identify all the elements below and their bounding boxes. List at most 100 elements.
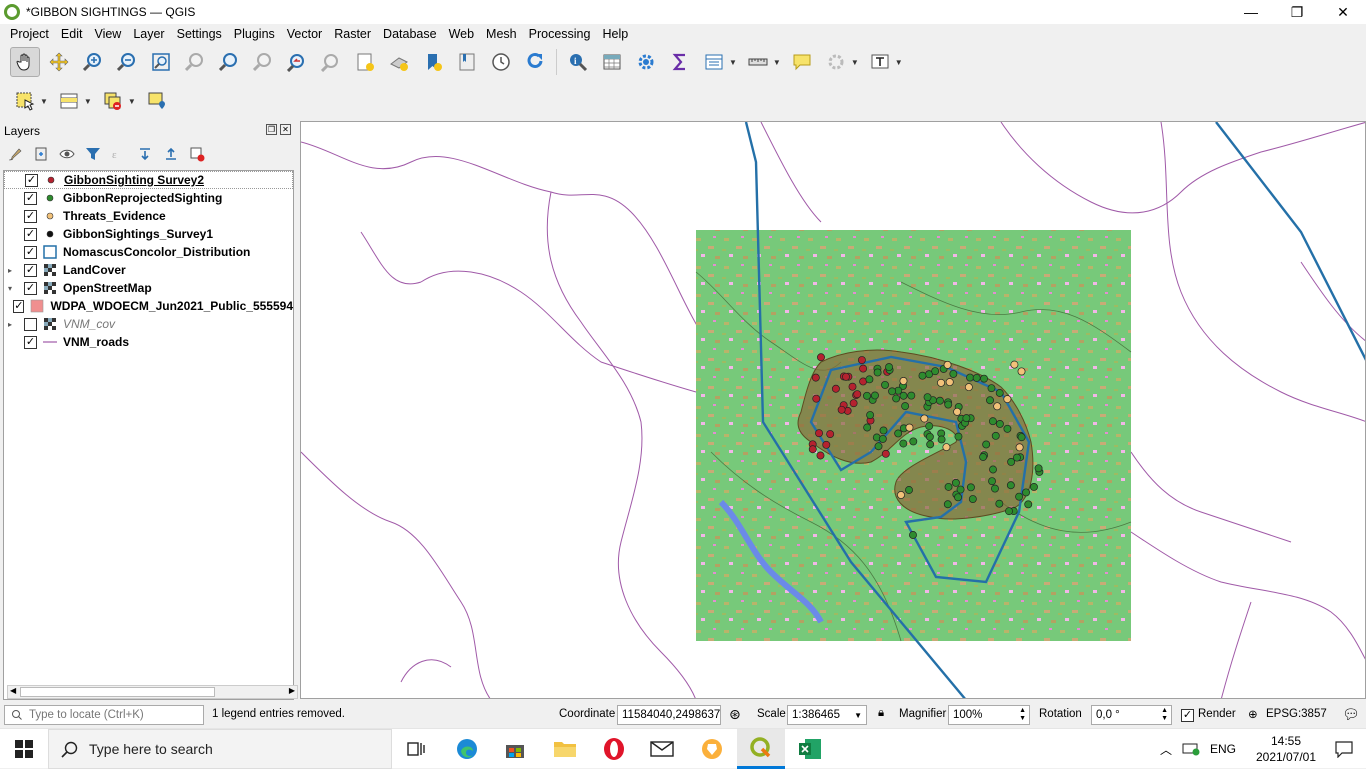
store-app[interactable]: [491, 729, 539, 769]
coordinate-field[interactable]: 11584040,2498637: [617, 705, 721, 725]
close-button[interactable]: ✕: [1320, 0, 1366, 24]
measure-line-button[interactable]: [743, 47, 773, 77]
layer-row[interactable]: ✓ WDPA_WDOECM_Jun2021_Public_555594: [4, 297, 293, 315]
file-explorer-app[interactable]: [541, 729, 589, 769]
edge-app[interactable]: [443, 729, 491, 769]
map-canvas[interactable]: [300, 121, 1366, 699]
menu-mesh[interactable]: Mesh: [480, 27, 523, 41]
new-3d-map-view-button[interactable]: [384, 47, 414, 77]
layer-row[interactable]: ✓ GibbonSightings_Survey1: [4, 225, 293, 243]
menu-plugins[interactable]: Plugins: [228, 27, 281, 41]
layer-row[interactable]: ▸ VNM_cov: [4, 315, 293, 333]
excel-app[interactable]: [786, 729, 834, 769]
zoom-out-button[interactable]: [112, 47, 142, 77]
filter-legend-button[interactable]: [84, 145, 102, 163]
menu-web[interactable]: Web: [443, 27, 480, 41]
scroll-right-icon[interactable]: ▶: [289, 686, 295, 695]
open-table-dropdown-button[interactable]: [699, 47, 729, 77]
menu-database[interactable]: Database: [377, 27, 443, 41]
spin-buttons-icon[interactable]: ▲ ▼: [1019, 707, 1026, 723]
menu-edit[interactable]: Edit: [55, 27, 89, 41]
processing-toolbox-button[interactable]: [631, 47, 661, 77]
chevron-down-icon[interactable]: ▼: [895, 58, 903, 67]
temporal-controller-button[interactable]: [486, 47, 516, 77]
menu-view[interactable]: View: [88, 27, 127, 41]
zoom-next-button[interactable]: [316, 47, 346, 77]
layer-row[interactable]: ✓ VNM_roads: [4, 333, 293, 351]
zoom-last-button[interactable]: [282, 47, 312, 77]
brave-app[interactable]: [688, 729, 736, 769]
menu-processing[interactable]: Processing: [523, 27, 597, 41]
statistical-summary-button[interactable]: [665, 47, 695, 77]
layer-row[interactable]: ▸ ✓ LandCover: [4, 261, 293, 279]
menu-vector[interactable]: Vector: [281, 27, 328, 41]
minimize-button[interactable]: —: [1228, 0, 1274, 24]
zoom-in-button[interactable]: [78, 47, 108, 77]
show-hidden-icons-icon[interactable]: ︿: [1160, 741, 1172, 758]
layer-visibility-checkbox[interactable]: ✓: [24, 245, 37, 259]
float-panel-button[interactable]: ❐: [266, 124, 277, 135]
chevron-down-icon[interactable]: ▼: [40, 97, 48, 106]
horizontal-scrollbar[interactable]: ◀ ▶: [7, 685, 298, 699]
spin-buttons-icon[interactable]: ▲ ▼: [1161, 707, 1168, 723]
taskbar-search-box[interactable]: Type here to search: [48, 729, 392, 769]
restore-button[interactable]: ❐: [1274, 0, 1320, 24]
scale-field[interactable]: 1:386465 ▼: [787, 705, 867, 725]
layer-visibility-checkbox[interactable]: ✓: [24, 227, 37, 241]
layer-visibility-checkbox[interactable]: ✓: [24, 263, 37, 277]
scroll-left-icon[interactable]: ◀: [10, 686, 16, 695]
language-indicator[interactable]: ENG: [1210, 742, 1236, 756]
network-icon[interactable]: [1182, 742, 1200, 756]
magnifier-field[interactable]: 100% ▲ ▼: [948, 705, 1030, 725]
refresh-button[interactable]: [520, 47, 550, 77]
show-bookmarks-button[interactable]: [452, 47, 482, 77]
select-features-button[interactable]: [10, 86, 40, 116]
filter-by-expression-button[interactable]: ε: [110, 145, 128, 163]
layer-row[interactable]: ✓ NomascusConcolor_Distribution: [4, 243, 293, 261]
manage-visibility-button[interactable]: [58, 145, 76, 163]
layer-visibility-checkbox[interactable]: ✓: [24, 335, 37, 349]
deselect-features-button[interactable]: [98, 86, 128, 116]
select-location-button[interactable]: [142, 86, 172, 116]
toggle-extents-icon[interactable]: ⊛: [729, 706, 741, 723]
zoom-to-selection-button[interactable]: [180, 47, 210, 77]
layer-tree[interactable]: ✓ GibbonSighting Survey2 ✓ GibbonReprojecte…: [3, 170, 298, 700]
menu-layer[interactable]: Layer: [127, 27, 170, 41]
new-map-view-button[interactable]: [350, 47, 380, 77]
layer-visibility-checkbox[interactable]: ✓: [13, 299, 25, 313]
render-checkbox[interactable]: ✓: [1181, 709, 1194, 722]
crs-button[interactable]: EPSG:3857: [1266, 708, 1327, 720]
style-manager-button[interactable]: [6, 145, 24, 163]
taskbar-clock[interactable]: 14:55 2021/07/01: [1246, 733, 1326, 765]
locate-search-input[interactable]: Type to locate (Ctrl+K): [4, 705, 204, 725]
layer-visibility-checkbox[interactable]: ✓: [24, 209, 37, 223]
zoom-to-layer-button[interactable]: [214, 47, 244, 77]
start-button[interactable]: [0, 729, 48, 769]
chevron-down-icon[interactable]: ▼: [773, 58, 781, 67]
expand-arrow-icon[interactable]: ▾: [4, 284, 16, 293]
scrollbar-thumb[interactable]: [20, 687, 215, 697]
opera-app[interactable]: [590, 729, 638, 769]
text-annotation-button[interactable]: [865, 47, 895, 77]
layer-visibility-checkbox[interactable]: ✓: [24, 281, 37, 295]
menu-raster[interactable]: Raster: [328, 27, 377, 41]
mail-app[interactable]: [638, 729, 686, 769]
messages-icon[interactable]: 💬︎: [1342, 706, 1360, 723]
pan-to-selection-button[interactable]: [44, 47, 74, 77]
layer-visibility-checkbox[interactable]: [24, 317, 37, 331]
zoom-full-button[interactable]: [146, 47, 176, 77]
select-by-attribute-button[interactable]: [54, 86, 84, 116]
expand-arrow-icon[interactable]: ▸: [4, 266, 16, 275]
menu-help[interactable]: Help: [596, 27, 634, 41]
layer-visibility-checkbox[interactable]: ✓: [24, 191, 37, 205]
menu-settings[interactable]: Settings: [171, 27, 228, 41]
layer-visibility-checkbox[interactable]: ✓: [25, 173, 38, 187]
rotation-field[interactable]: 0,0 ° ▲ ▼: [1091, 705, 1172, 725]
layer-row[interactable]: ✓ Threats_Evidence: [4, 207, 293, 225]
new-bookmark-button[interactable]: [418, 47, 448, 77]
spatial-tools-button[interactable]: [821, 47, 851, 77]
chevron-down-icon[interactable]: ▼: [84, 97, 92, 106]
layer-row[interactable]: ▾ ✓ OpenStreetMap: [4, 279, 293, 297]
expand-all-button[interactable]: [136, 145, 154, 163]
layer-row[interactable]: ✓ GibbonSighting Survey2: [4, 171, 293, 189]
